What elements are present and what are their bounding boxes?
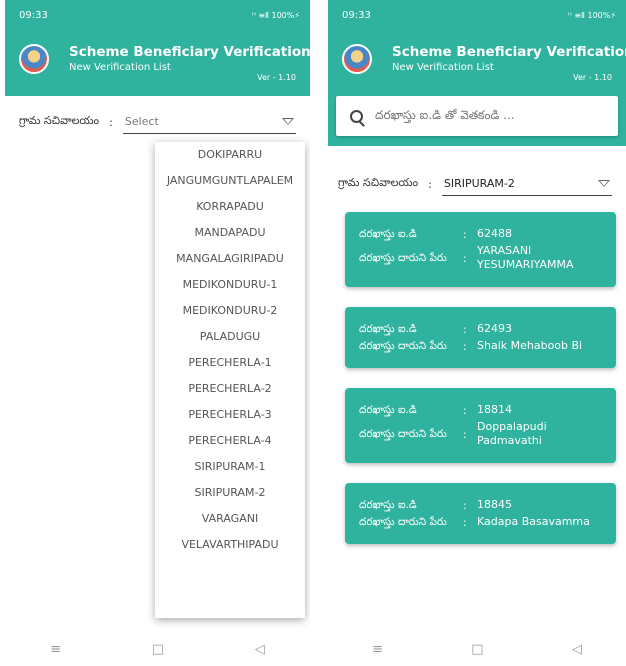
select-value: SIRIPURAM-2 <box>443 177 515 190</box>
dropdown-option[interactable]: SIRIPURAM-1 <box>155 454 305 480</box>
status-bar: 09:33 ᴴ ≡Ⅱ 100%⚡ <box>5 0 310 30</box>
app-title: Scheme Beneficiary Verification <box>69 44 310 60</box>
dropdown-option[interactable]: MEDIKONDURU-1 <box>155 272 305 298</box>
system-nav-bar: ≡ □ ◁ <box>328 632 626 666</box>
beneficiary-card[interactable]: దరఖాస్తు ఐ.డి:62488 దరఖాస్తు దారుని పేరు:… <box>345 212 616 287</box>
app-logo <box>342 44 372 74</box>
card-name-label: దరఖాస్తు దారుని పేరు <box>359 339 447 352</box>
dropdown-option[interactable]: SIRIPURAM-2 <box>155 480 305 506</box>
card-colon: : <box>463 251 467 265</box>
secretariat-filter: గ్రామ సచివాలయం : SIRIPURAM-2 <box>328 156 626 212</box>
filter-colon: : <box>428 177 432 191</box>
dropdown-option[interactable]: JANGUMGUNTLAPALEM <box>155 168 305 194</box>
home-icon[interactable]: □ <box>471 642 483 657</box>
card-colon: : <box>463 227 467 241</box>
card-name-value: Kadapa Basavamma <box>477 515 590 528</box>
search-input[interactable]: దరఖాస్తు ఐ.డి తో వెతకండి ... <box>336 96 618 136</box>
card-name-row: దరఖాస్తు దారుని పేరు: Shaik Mehaboob Bi <box>359 339 602 353</box>
card-name-row: దరఖాస్తు దారుని పేరు: Doppalapudi Padmava… <box>359 420 602 448</box>
search-bar-container: దరఖాస్తు ఐ.డి తో వెతకండి ... <box>328 96 626 146</box>
card-id-value: 62493 <box>477 322 512 335</box>
card-name-row: దరఖాస్తు దారుని పేరు: YARASANI YESUMARIYA… <box>359 244 602 272</box>
left-screen: 09:33 ᴴ ≡Ⅱ 100%⚡ Scheme Beneficiary Veri… <box>5 0 310 666</box>
dropdown-option[interactable]: PERECHERLA-4 <box>155 428 305 454</box>
card-id-value: 62488 <box>477 227 512 240</box>
secretariat-dropdown-list[interactable]: DOKIPARRU JANGUMGUNTLAPALEM KORRAPADU MANDA… <box>155 142 305 618</box>
app-bar: Scheme Beneficiary Verification New Veri… <box>5 30 310 96</box>
card-colon: : <box>463 427 467 441</box>
dropdown-option[interactable]: VARAGANI <box>155 506 305 532</box>
card-colon: : <box>463 515 467 529</box>
dropdown-option[interactable]: MEDIKONDURU-2 <box>155 298 305 324</box>
card-colon: : <box>463 403 467 417</box>
filter-colon: : <box>109 115 113 129</box>
card-name-value: Shaik Mehaboob Bi <box>477 339 583 352</box>
card-id-value: 18814 <box>477 403 512 416</box>
back-icon[interactable]: ◁ <box>255 642 265 657</box>
search-placeholder: దరఖాస్తు ఐ.డి తో వెతకండి ... <box>375 107 515 122</box>
secretariat-filter: గ్రామ సచివాలయం : Select <box>5 96 310 148</box>
dropdown-option[interactable]: DOKIPARRU <box>155 142 305 168</box>
app-subtitle: New Verification List <box>392 62 494 73</box>
card-id-label: దరఖాస్తు ఐ.డి <box>359 227 417 240</box>
card-colon: : <box>463 498 467 512</box>
system-nav-bar: ≡ □ ◁ <box>5 632 310 666</box>
secretariat-select[interactable]: SIRIPURAM-2 <box>441 172 612 196</box>
beneficiary-card[interactable]: దరఖాస్తు ఐ.డి:18814 దరఖాస్తు దారుని పేరు:… <box>345 388 616 463</box>
status-bar: 09:33 ᴴ ≡Ⅱ 100%⚡ <box>328 0 626 30</box>
dropdown-arrow-icon[interactable] <box>598 180 610 187</box>
card-id-value: 18845 <box>477 498 512 511</box>
search-icon[interactable] <box>350 109 363 123</box>
filter-label: గ్రామ సచివాలయం <box>338 176 419 189</box>
card-name-value: Doppalapudi Padmavathi <box>477 420 547 447</box>
beneficiary-card[interactable]: దరఖాస్తు ఐ.డి:18845 దరఖాస్తు దారుని పేరు:… <box>345 483 616 544</box>
app-logo <box>19 44 49 74</box>
dropdown-option[interactable]: PERECHERLA-1 <box>155 350 305 376</box>
app-version: Ver - 1.10 <box>257 73 296 82</box>
status-time: 09:33 <box>19 9 48 21</box>
right-screen: 09:33 ᴴ ≡Ⅱ 100%⚡ Scheme Beneficiary Veri… <box>328 0 626 666</box>
app-title: Scheme Beneficiary Verification <box>392 44 626 60</box>
select-placeholder: Select <box>124 115 159 128</box>
dropdown-option[interactable]: PALADUGU <box>155 324 305 350</box>
dropdown-option[interactable]: PERECHERLA-2 <box>155 376 305 402</box>
card-id-row: దరఖాస్తు ఐ.డి:62488 <box>359 227 602 241</box>
card-colon: : <box>463 322 467 336</box>
app-version: Ver - 1.10 <box>573 73 612 82</box>
dropdown-arrow-icon[interactable] <box>282 118 294 125</box>
back-icon[interactable]: ◁ <box>572 642 582 657</box>
app-bar: Scheme Beneficiary Verification New Veri… <box>328 30 626 96</box>
card-colon: : <box>463 339 467 353</box>
dropdown-option[interactable]: MANGALAGIRIPADU <box>155 246 305 272</box>
status-icons: ᴴ ≡Ⅱ 100%⚡ <box>251 10 300 20</box>
app-subtitle: New Verification List <box>69 62 171 73</box>
status-time: 09:33 <box>342 9 371 21</box>
menu-icon[interactable]: ≡ <box>50 642 61 657</box>
card-name-label: దరఖాస్తు దారుని పేరు <box>359 427 447 440</box>
card-name-label: దరఖాస్తు దారుని పేరు <box>359 251 447 264</box>
card-id-row: దరఖాస్తు ఐ.డి:62493 <box>359 322 602 336</box>
card-name-value: YARASANI YESUMARIYAMMA <box>477 244 574 271</box>
card-id-row: దరఖాస్తు ఐ.డి:18814 <box>359 403 602 417</box>
card-id-label: దరఖాస్తు ఐ.డి <box>359 403 417 416</box>
secretariat-select[interactable]: Select <box>122 110 296 134</box>
status-icons: ᴴ ≡Ⅱ 100%⚡ <box>567 10 616 20</box>
dropdown-option[interactable]: VELAVARTHIPADU <box>155 532 305 558</box>
dropdown-option[interactable]: PERECHERLA-3 <box>155 402 305 428</box>
home-icon[interactable]: □ <box>152 642 164 657</box>
card-name-label: దరఖాస్తు దారుని పేరు <box>359 515 447 528</box>
filter-label: గ్రామ సచివాలయం <box>19 114 100 127</box>
card-id-label: దరఖాస్తు ఐ.డి <box>359 498 417 511</box>
beneficiary-card[interactable]: దరఖాస్తు ఐ.డి:62493 దరఖాస్తు దారుని పేరు:… <box>345 307 616 368</box>
dropdown-option[interactable]: KORRAPADU <box>155 194 305 220</box>
card-name-row: దరఖాస్తు దారుని పేరు: Kadapa Basavamma <box>359 515 602 529</box>
menu-icon[interactable]: ≡ <box>372 642 383 657</box>
beneficiary-list: దరఖాస్తు ఐ.డి:62488 దరఖాస్తు దారుని పేరు:… <box>328 212 626 544</box>
card-id-row: దరఖాస్తు ఐ.డి:18845 <box>359 498 602 512</box>
dropdown-option[interactable]: MANDAPADU <box>155 220 305 246</box>
card-id-label: దరఖాస్తు ఐ.డి <box>359 322 417 335</box>
